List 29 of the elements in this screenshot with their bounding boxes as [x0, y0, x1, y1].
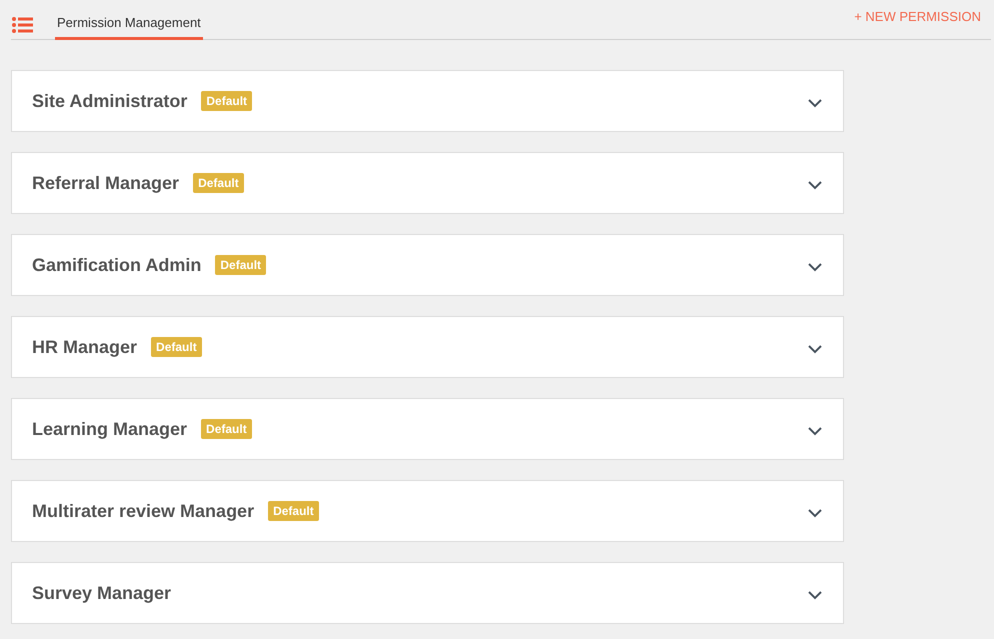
permission-name: Gamification Admin: [32, 254, 202, 276]
default-badge: Default: [268, 501, 319, 521]
chevron-icon[interactable]: [808, 98, 822, 108]
default-badge: Default: [215, 255, 266, 275]
chevron-icon[interactable]: [808, 180, 822, 190]
permission-panel[interactable]: HR Manager Default: [11, 316, 844, 378]
permission-name: Referral Manager: [32, 172, 180, 194]
permission-panel[interactable]: Site Administrator Default: [11, 70, 844, 132]
permission-name: Learning Manager: [32, 418, 188, 440]
chevron-icon[interactable]: [808, 344, 822, 354]
permission-name: Multirater review Manager: [32, 500, 254, 522]
permission-panel[interactable]: Learning Manager Default: [11, 398, 844, 460]
default-badge: Default: [151, 337, 202, 357]
permission-panel[interactable]: Multirater review Manager Default: [11, 480, 844, 542]
permission-panel[interactable]: Gamification Admin Default: [11, 234, 844, 296]
list-icon[interactable]: [12, 17, 33, 33]
default-badge: Default: [193, 173, 244, 193]
permission-panel[interactable]: Survey Manager: [11, 562, 844, 624]
chevron-icon[interactable]: [808, 426, 822, 436]
default-badge: Default: [201, 91, 252, 111]
tab[interactable]: Permission Management: [55, 15, 203, 40]
default-badge: Default: [201, 419, 252, 439]
permission-name: HR Manager: [32, 336, 138, 358]
chevron-icon[interactable]: [808, 508, 822, 518]
chevron-icon[interactable]: [808, 262, 822, 272]
permission-name: Site Administrator: [32, 90, 188, 112]
permission-name: Survey Manager: [32, 582, 172, 604]
permission-panel[interactable]: Referral Manager Default: [11, 152, 844, 214]
chevron-icon[interactable]: [808, 590, 822, 600]
